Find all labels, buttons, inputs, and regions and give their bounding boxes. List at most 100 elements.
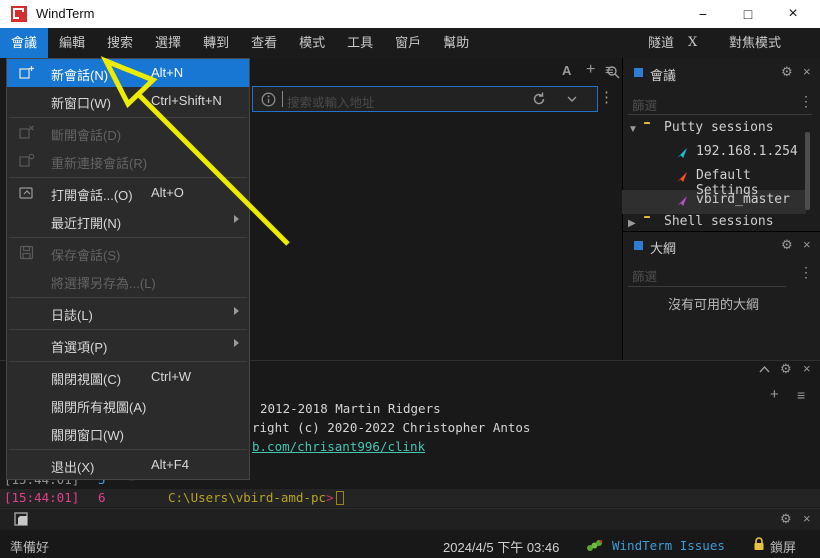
chevron-down-icon[interactable]: ▼ (628, 124, 638, 135)
terminal-cursor (336, 491, 344, 505)
menu-bar: 會議編輯搜索選擇轉到查看模式工具窗戶幫助 隧道 X 對焦模式 (0, 28, 820, 58)
session-plane-icon-orange (676, 171, 688, 183)
windterm-issues-link[interactable]: WindTerm Issues (612, 538, 725, 553)
pane-settings-gear-icon[interactable]: ⚙ (780, 361, 792, 377)
session-plane-icon-purple (676, 195, 688, 207)
text-cursor (282, 91, 283, 107)
session-filter-input[interactable]: 篩選 (632, 95, 657, 114)
maximize-button[interactable]: □ (733, 3, 763, 25)
menubar-item-tools[interactable]: 工具 (336, 28, 384, 58)
tree-item-host3[interactable]: vbird_master (696, 192, 790, 207)
menu-item-preferences[interactable]: 首選項(P) (7, 331, 249, 359)
terminal-link[interactable]: b.com/chrisant996/clink (252, 439, 425, 454)
line-number-6: 6 (98, 490, 106, 505)
tunnel-label[interactable]: 隧道 (648, 28, 674, 58)
status-ready: 準備好 (10, 537, 49, 556)
menubar-item-select[interactable]: 選擇 (144, 28, 192, 58)
menu-item-reconnect-session[interactable]: 重新連接會話(R) (7, 147, 249, 175)
menu-item-close-all-views[interactable]: 關閉所有視圖(A) (7, 391, 249, 419)
timestamp-line6: [15:44:01] (4, 490, 79, 505)
new-tab-icon[interactable]: + (586, 61, 595, 79)
menu-separator (9, 329, 247, 330)
outline-kebab-icon[interactable]: ⋮ (799, 264, 813, 281)
menu-item-close-view[interactable]: 關閉視圖(C) Ctrl+W (7, 363, 249, 391)
menu-item-save-selection-as[interactable]: 將選擇另存為...(L) (7, 267, 249, 295)
current-line-highlight (0, 489, 820, 507)
chevron-right-icon[interactable]: ▶ (628, 218, 636, 229)
session-kebab-icon[interactable]: ⋮ (799, 93, 813, 110)
session-panel-title: 會議 (650, 65, 676, 84)
tree-group-putty[interactable]: Putty sessions (664, 120, 774, 135)
outline-settings-gear-icon[interactable]: ⚙ (781, 237, 793, 253)
outline-panel-close-icon[interactable]: × (803, 237, 811, 252)
menu-item-exit[interactable]: 退出(X) Alt+F4 (7, 451, 249, 479)
save-session-icon (19, 245, 35, 261)
info-icon[interactable] (261, 92, 276, 107)
outline-filter-input[interactable]: 篩選 (632, 266, 657, 285)
address-dropdown-icon[interactable] (567, 96, 577, 103)
menubar-item-view[interactable]: 查看 (240, 28, 288, 58)
session-plane-icon-teal (676, 147, 688, 159)
status-bar: 準備好 2024/4/5 下午 03:46 WindTerm Issues 鎖屏 (0, 530, 820, 558)
tree-item-host1[interactable]: 192.168.1.254 (696, 144, 798, 159)
terminal-kebab-icon[interactable]: ⋮ (599, 88, 614, 106)
menu-item-save-session[interactable]: 保存會話(S) (7, 239, 249, 267)
menu-separator (9, 117, 247, 118)
minimize-button[interactable]: − (688, 3, 718, 25)
new-session-icon (19, 65, 35, 81)
menu-item-close-window[interactable]: 關閉窗口(W) (7, 419, 249, 447)
pager-window-icon[interactable] (14, 512, 30, 528)
app-logo-icon (10, 5, 28, 23)
menu-separator (9, 237, 247, 238)
submenu-arrow-icon (234, 307, 239, 315)
tab-list-icon[interactable]: ≡ (605, 62, 614, 79)
close-button[interactable]: × (778, 3, 808, 25)
prompt-gt: > (326, 490, 334, 505)
menu-item-disconnect-session[interactable]: 斷開會話(D) (7, 119, 249, 147)
refresh-icon[interactable] (531, 91, 547, 107)
outline-panel-icon (634, 241, 643, 250)
submenu-arrow-icon (234, 215, 239, 223)
menubar-item-mode[interactable]: 模式 (288, 28, 336, 58)
terminal-line-1: 2012-2018 Martin Ridgers (260, 401, 441, 416)
status-datetime: 2024/4/5 下午 03:46 (443, 537, 559, 556)
pager-gear-icon[interactable]: ⚙ (780, 511, 792, 527)
menubar-item-session[interactable]: 會議 (0, 28, 48, 58)
session-scrollbar[interactable] (805, 132, 810, 210)
menu-separator (9, 177, 247, 178)
terminal-line-2: right (c) 2020-2022 Christopher Antos (252, 420, 530, 435)
menubar-item-search[interactable]: 搜索 (96, 28, 144, 58)
pane-menu-icon[interactable]: ≡ (797, 387, 805, 403)
menu-item-new-window[interactable]: 新窗口(W) Ctrl+Shift+N (7, 87, 249, 115)
session-settings-gear-icon[interactable]: ⚙ (781, 64, 793, 80)
tree-group-shell[interactable]: Shell sessions (664, 214, 774, 229)
pane-close-icon[interactable]: × (803, 361, 811, 376)
xserver-icon[interactable]: X (688, 28, 697, 58)
outline-empty-text: 沒有可用的大綱 (668, 294, 759, 313)
menu-item-open-session[interactable]: 打開會話...(O) Alt+O (7, 179, 249, 207)
menubar-item-edit[interactable]: 編輯 (48, 28, 96, 58)
pane-add-icon[interactable]: + (770, 386, 779, 403)
menu-item-logs[interactable]: 日誌(L) (7, 299, 249, 327)
menu-item-new-session[interactable]: 新會話(N) Alt+N (7, 59, 249, 87)
collapse-pane-icon[interactable] (759, 366, 770, 373)
prompt-path: C:\Users\vbird-amd-pc (168, 490, 326, 505)
window-title: WindTerm (36, 6, 95, 21)
panel-divider (622, 231, 820, 232)
menu-item-recent-open[interactable]: 最近打開(N) (7, 207, 249, 235)
session-panel-close-icon[interactable]: × (803, 64, 811, 79)
lock-screen-label[interactable]: 鎖屏 (770, 537, 796, 556)
focus-mode-label[interactable]: 對焦模式 (729, 28, 781, 58)
menubar-item-window[interactable]: 窗戶 (384, 28, 432, 58)
lock-icon[interactable] (752, 536, 766, 552)
title-bar: WindTerm − □ × (0, 0, 820, 28)
address-bar[interactable]: 搜索或輸入地址 (252, 86, 598, 112)
menubar-item-help[interactable]: 幫助 (432, 28, 480, 58)
submenu-arrow-icon (234, 339, 239, 347)
session-filter-underline (628, 114, 812, 115)
font-size-icon[interactable]: A (562, 63, 571, 78)
outline-panel-title: 大綱 (650, 238, 676, 257)
pager-bar: ⚙ × (0, 508, 820, 530)
menubar-item-goto[interactable]: 轉到 (192, 28, 240, 58)
pager-close-icon[interactable]: × (803, 511, 811, 526)
